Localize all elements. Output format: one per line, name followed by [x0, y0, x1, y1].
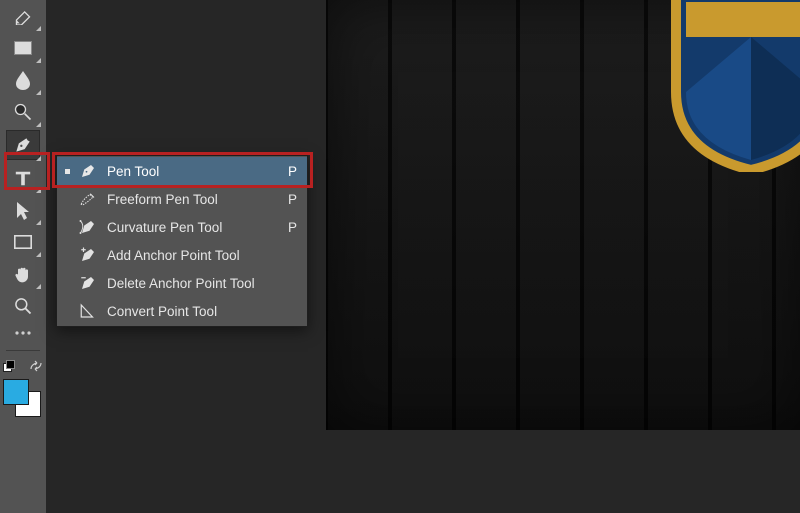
flyout-item-label: Delete Anchor Point Tool [107, 276, 281, 291]
flyout-item-curvature-pen-tool[interactable]: Curvature Pen Tool P [57, 213, 307, 241]
swap-colors-icon [29, 360, 43, 372]
edit-toolbar-button[interactable] [6, 324, 40, 342]
canvas[interactable] [326, 0, 800, 430]
hand-tool[interactable] [6, 260, 40, 288]
default-colors-icon [3, 360, 17, 372]
flyout-item-label: Convert Point Tool [107, 304, 281, 319]
color-swatches[interactable] [3, 379, 43, 419]
flyout-item-pen-tool[interactable]: Pen Tool P [57, 157, 307, 185]
badge-artwork [666, 0, 800, 172]
pen-tool[interactable] [6, 130, 40, 160]
rectangle-shape-tool[interactable] [6, 228, 40, 256]
flyout-item-shortcut: P [281, 220, 297, 235]
path-selection-tool[interactable] [6, 196, 40, 224]
flyout-item-label: Curvature Pen Tool [107, 220, 281, 235]
flyout-item-shortcut: P [281, 192, 297, 207]
flyout-item-label: Add Anchor Point Tool [107, 248, 281, 263]
blur-tool[interactable] [6, 66, 40, 94]
freeform-pen-icon [77, 190, 99, 208]
eraser-tool[interactable] [6, 2, 40, 30]
gradient-tool[interactable] [6, 34, 40, 62]
add-anchor-icon [77, 246, 99, 264]
delete-anchor-icon [77, 274, 99, 292]
curvature-pen-icon [77, 218, 99, 236]
flyout-item-shortcut: P [281, 164, 297, 179]
flyout-item-add-anchor-point-tool[interactable]: Add Anchor Point Tool [57, 241, 307, 269]
dodge-tool[interactable] [6, 98, 40, 126]
flyout-item-label: Pen Tool [107, 164, 281, 179]
colors-default-swap[interactable] [3, 359, 43, 373]
zoom-tool[interactable] [6, 292, 40, 320]
pen-tool-flyout: Pen Tool P Freeform Pen Tool P Curvature… [56, 155, 308, 327]
toolbar-divider [6, 350, 40, 351]
foreground-color-swatch[interactable] [3, 379, 29, 405]
active-marker-icon [63, 169, 71, 174]
flyout-item-delete-anchor-point-tool[interactable]: Delete Anchor Point Tool [57, 269, 307, 297]
flyout-item-freeform-pen-tool[interactable]: Freeform Pen Tool P [57, 185, 307, 213]
tools-panel [0, 0, 46, 513]
flyout-item-convert-point-tool[interactable]: Convert Point Tool [57, 297, 307, 325]
convert-point-icon [77, 302, 99, 320]
flyout-item-label: Freeform Pen Tool [107, 192, 281, 207]
type-tool[interactable] [6, 164, 40, 192]
pen-icon [77, 162, 99, 180]
